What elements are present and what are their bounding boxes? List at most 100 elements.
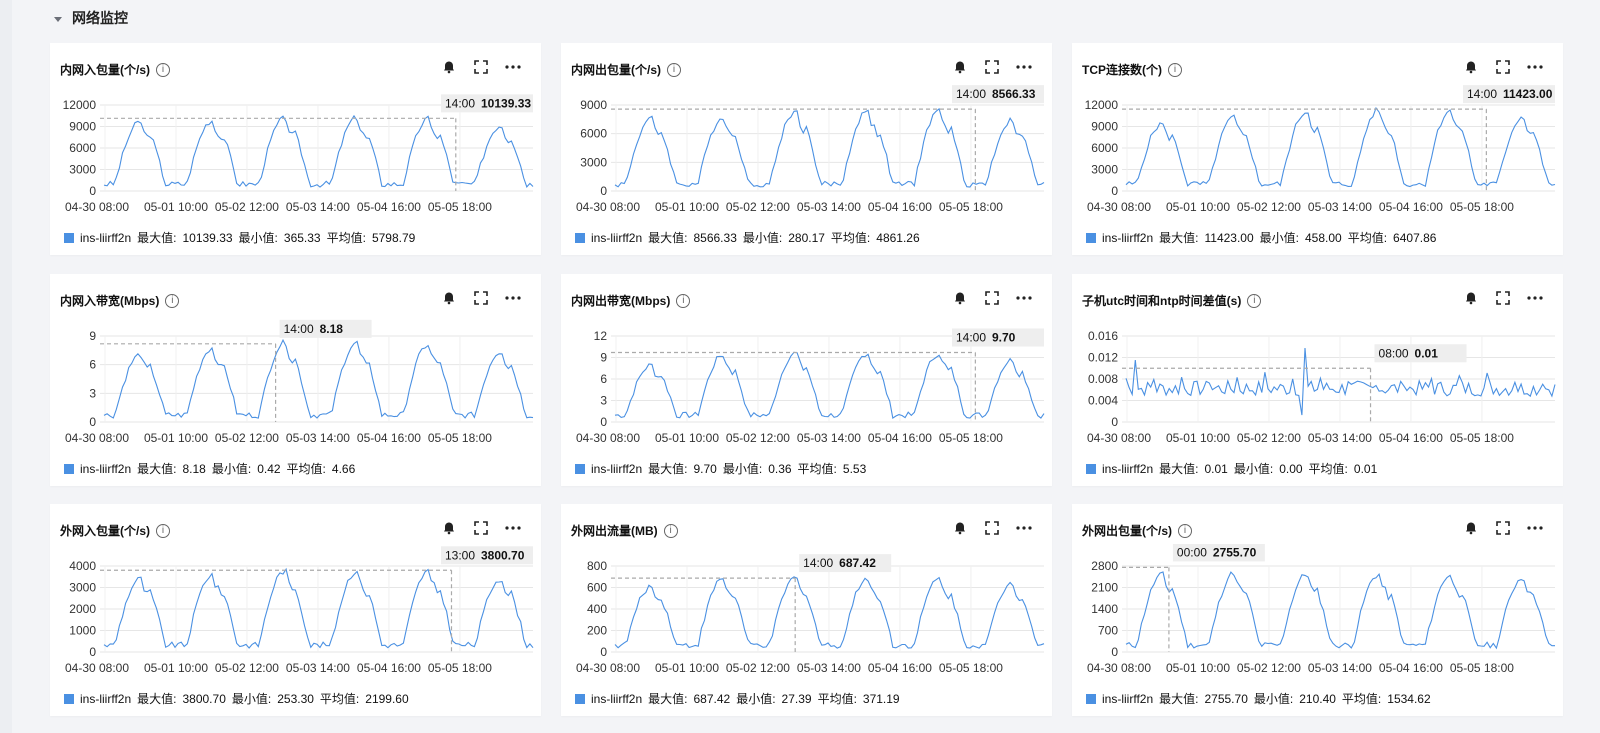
tooltip-time: 14:00 — [803, 556, 833, 570]
metric-card: 外网入包量(个/s) i ins-liirff2n 最大值: 3800.70 最… — [50, 504, 541, 716]
legend-series-name: ins-liirff2n — [1102, 230, 1154, 245]
more-icon[interactable] — [1016, 520, 1032, 536]
x-tick-label: 05-02 12:00 — [215, 661, 279, 675]
y-tick-label: 2800 — [1091, 559, 1118, 573]
x-tick-label: 05-04 16:00 — [357, 661, 421, 675]
info-icon[interactable]: i — [676, 293, 691, 308]
legend-swatch — [64, 463, 74, 474]
info-icon[interactable]: i — [156, 62, 171, 77]
fullscreen-icon[interactable] — [473, 59, 489, 75]
info-icon[interactable]: i — [667, 62, 682, 77]
fullscreen-icon[interactable] — [984, 290, 1000, 306]
fullscreen-icon[interactable] — [1495, 520, 1511, 536]
legend-swatch — [64, 693, 74, 704]
x-tick-label: 05-02 12:00 — [1237, 200, 1301, 214]
y-tick-label: 6000 — [1091, 141, 1118, 155]
legend[interactable]: ins-liirff2n 最大值: 3800.70 最小值: 253.30 平均… — [64, 690, 409, 707]
line-chart[interactable]: 800 600 400 200 0 04-30 08:00 05-01 10:00 05-02… — [561, 544, 1052, 689]
info-icon[interactable]: i — [1247, 293, 1262, 308]
info-icon[interactable]: i — [1178, 523, 1193, 538]
legend[interactable]: ins-liirff2n 最大值: 687.42 最小值: 27.39 平均值:… — [575, 690, 900, 707]
bell-icon[interactable] — [952, 290, 968, 306]
y-tick-label: 6000 — [580, 127, 607, 141]
fullscreen-icon[interactable] — [1495, 59, 1511, 75]
section-header[interactable]: 网络监控 — [54, 6, 128, 30]
y-tick-label: 400 — [587, 602, 607, 616]
bell-icon[interactable] — [1463, 290, 1479, 306]
legend-avg-label: 平均值: — [1341, 692, 1382, 706]
legend-min-label: 最小值: — [722, 462, 763, 476]
left-edge — [0, 0, 12, 733]
more-icon[interactable] — [505, 520, 521, 536]
more-icon[interactable] — [505, 59, 521, 75]
y-tick-label: 2100 — [1091, 581, 1118, 595]
legend[interactable]: ins-liirff2n 最大值: 11423.00 最小值: 458.00 平… — [1086, 229, 1436, 246]
x-tick-label: 04-30 08:00 — [576, 431, 640, 445]
y-tick-label: 3000 — [580, 155, 607, 169]
legend-series-name: ins-liirff2n — [591, 691, 643, 706]
x-tick-label: 05-05 18:00 — [939, 200, 1003, 214]
line-chart[interactable]: 12 9 6 3 0 04-30 08:00 05-01 10:00 05-02 12:00 0… — [561, 314, 1052, 459]
line-chart[interactable]: 9 6 3 0 04-30 08:00 05-01 10:00 05-02 12:00 05-… — [50, 314, 541, 459]
info-icon[interactable]: i — [156, 523, 171, 538]
legend[interactable]: ins-liirff2n 最大值: 2755.70 最小值: 210.40 平均… — [1086, 690, 1431, 707]
y-tick-label: 1400 — [1091, 602, 1118, 616]
y-tick-label: 12000 — [63, 98, 97, 112]
card-title: 外网出包量(个/s) i — [1082, 522, 1193, 539]
line-chart[interactable]: 2800 2100 1400 700 0 04-30 08:00 05-01 10:00 05… — [1072, 544, 1563, 689]
fullscreen-icon[interactable] — [984, 59, 1000, 75]
legend-min-value: 253.30 — [277, 691, 314, 706]
more-icon[interactable] — [505, 290, 521, 306]
more-icon[interactable] — [1016, 290, 1032, 306]
fullscreen-icon[interactable] — [984, 520, 1000, 536]
y-tick-label: 0 — [89, 645, 96, 659]
x-tick-label: 05-05 18:00 — [428, 200, 492, 214]
x-tick-label: 05-04 16:00 — [1379, 431, 1443, 445]
bell-icon[interactable] — [441, 520, 457, 536]
legend-avg-value: 6407.86 — [1393, 230, 1437, 245]
more-icon[interactable] — [1527, 290, 1543, 306]
bell-icon[interactable] — [952, 59, 968, 75]
legend[interactable]: ins-liirff2n 最大值: 8566.33 最小值: 280.17 平均… — [575, 229, 920, 246]
info-icon[interactable]: i — [165, 293, 180, 308]
card-actions — [952, 59, 1032, 75]
more-icon[interactable] — [1016, 59, 1032, 75]
bell-icon[interactable] — [441, 290, 457, 306]
card-actions — [952, 290, 1032, 306]
x-tick-label: 05-03 14:00 — [797, 431, 861, 445]
fullscreen-icon[interactable] — [473, 290, 489, 306]
info-icon[interactable]: i — [663, 523, 678, 538]
line-chart[interactable]: 9000 6000 3000 0 04-30 08:00 05-01 10:00 05-02… — [561, 83, 1052, 228]
legend-avg-value: 5.53 — [842, 461, 867, 476]
bell-icon[interactable] — [1463, 59, 1479, 75]
line-chart[interactable]: 0.016 0.012 0.008 0.004 0 04-30 08:00 05-01 10… — [1072, 314, 1563, 459]
bell-icon[interactable] — [1463, 520, 1479, 536]
line-chart[interactable]: 4000 3000 2000 1000 0 04-30 08:00 05-01 10:00 0… — [50, 544, 541, 689]
metric-card: 外网出包量(个/s) i ins-liirff2n 最大值: 2755.70 最… — [1072, 504, 1563, 716]
fullscreen-icon[interactable] — [473, 520, 489, 536]
more-icon[interactable] — [1527, 520, 1543, 536]
bell-icon[interactable] — [952, 520, 968, 536]
card-actions — [441, 520, 521, 536]
bell-icon[interactable] — [441, 59, 457, 75]
x-tick-label: 05-04 16:00 — [1379, 200, 1443, 214]
line-chart[interactable]: 12000 9000 6000 3000 0 04-30 08:00 05-01 10:00… — [1072, 83, 1563, 228]
series-line — [1125, 347, 1556, 416]
collapse-caret-icon[interactable] — [54, 16, 62, 22]
more-icon[interactable] — [1527, 59, 1543, 75]
legend[interactable]: ins-liirff2n 最大值: 8.18 最小值: 0.42 平均值: 4.… — [64, 460, 355, 477]
legend-min-label: 最小值: — [1259, 231, 1299, 245]
info-icon[interactable]: i — [1168, 62, 1182, 77]
legend[interactable]: ins-liirff2n 最大值: 9.70 最小值: 0.36 平均值: 5.… — [575, 460, 866, 477]
legend[interactable]: ins-liirff2n 最大值: 10139.33 最小值: 365.33 平… — [64, 229, 415, 246]
section-title: 网络监控 — [72, 10, 128, 26]
card-title-text: 内网入包量(个/s) — [60, 63, 151, 77]
x-tick-label: 04-30 08:00 — [576, 661, 640, 675]
line-chart[interactable]: 12000 9000 6000 3000 0 04-30 08:00 05-01 10:00… — [50, 83, 541, 228]
legend[interactable]: ins-liirff2n 最大值: 0.01 最小值: 0.00 平均值: 0.… — [1086, 460, 1377, 477]
legend-max-label: 最大值: — [1159, 692, 1199, 706]
fullscreen-icon[interactable] — [1495, 290, 1511, 306]
legend-max-label: 最大值: — [1159, 231, 1199, 245]
x-tick-label: 04-30 08:00 — [576, 200, 640, 214]
legend-swatch — [575, 693, 585, 704]
